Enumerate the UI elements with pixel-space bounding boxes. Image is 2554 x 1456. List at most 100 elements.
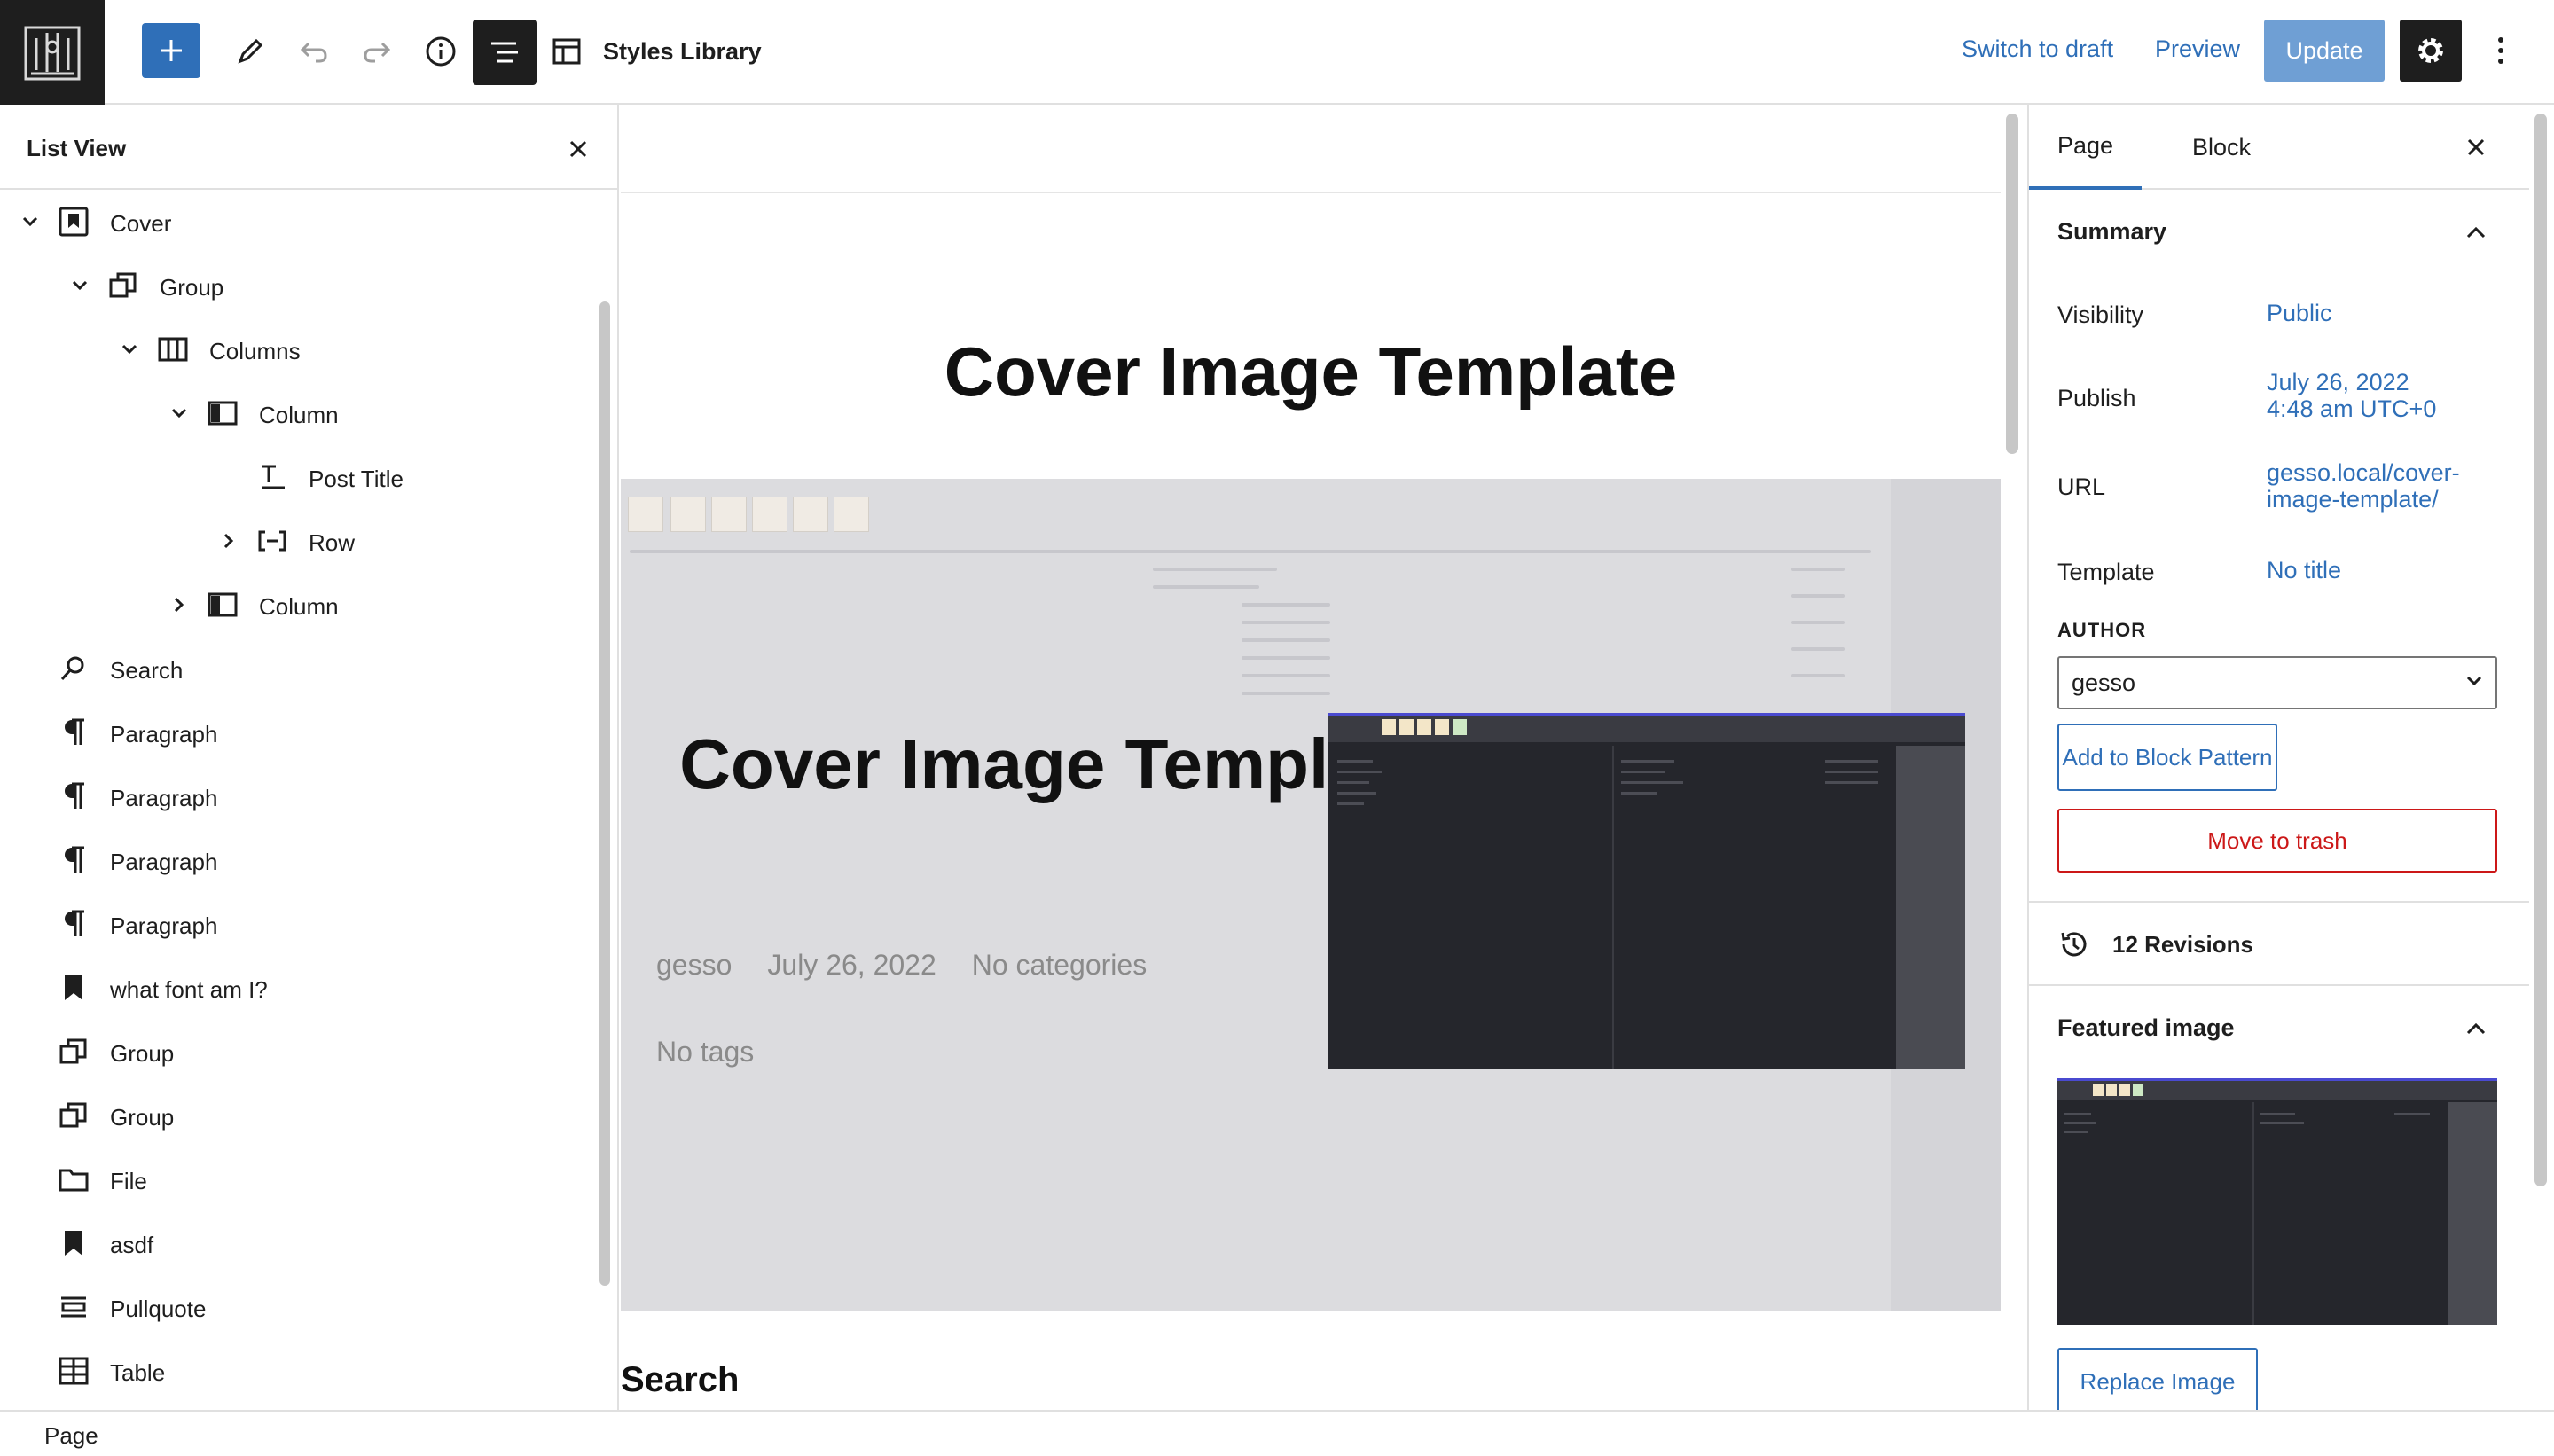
- row-icon: [255, 524, 289, 558]
- url-value[interactable]: gesso.local/cover- image-template/: [2267, 459, 2460, 513]
- list-view-close-button[interactable]: [560, 131, 596, 167]
- list-view-item[interactable]: Group: [0, 254, 585, 317]
- post-categories[interactable]: No categories: [972, 949, 1147, 982]
- list-view-item-label: Post Title: [309, 466, 403, 492]
- list-view-item-label: Paragraph: [110, 849, 218, 875]
- author-select[interactable]: gesso: [2057, 656, 2497, 709]
- chevron-right-icon[interactable]: [167, 592, 192, 617]
- settings-button[interactable]: [2400, 20, 2462, 82]
- revisions-link[interactable]: 12 Revisions: [2057, 928, 2253, 961]
- list-view-item-label: Cover: [110, 210, 172, 237]
- list-view-item[interactable]: Group: [0, 1020, 585, 1084]
- publish-value[interactable]: July 26, 2022 4:48 am UTC+0: [2267, 369, 2436, 422]
- list-view-item-label: Paragraph: [110, 721, 218, 748]
- chevron-down-icon[interactable]: [67, 273, 92, 298]
- tab-page[interactable]: Page: [2029, 105, 2143, 190]
- sidebar-close-button[interactable]: [2458, 129, 2494, 165]
- list-view-item[interactable]: Paragraph: [0, 828, 585, 892]
- editor-canvas: Cover Image Template Cover Image Templat…: [621, 105, 2001, 1410]
- document-title: Styles Library: [603, 37, 762, 65]
- list-view-item[interactable]: Paragraph: [0, 764, 585, 828]
- post-tags[interactable]: No tags: [656, 1036, 754, 1069]
- screenshot-line: [1621, 771, 1665, 773]
- list-view-item[interactable]: Table: [0, 1339, 585, 1403]
- ghost-line: [1791, 621, 1845, 624]
- screenshot-thumb: [1435, 719, 1449, 735]
- chevron-down-icon[interactable]: [167, 401, 192, 426]
- site-logo[interactable]: [0, 0, 105, 105]
- chevron-right-icon[interactable]: [216, 528, 241, 553]
- screenshot-line: [2394, 1113, 2430, 1115]
- post-author[interactable]: gesso: [656, 949, 732, 982]
- search-block-heading[interactable]: Search: [621, 1360, 739, 1400]
- list-view-item[interactable]: what font am I?: [0, 956, 585, 1020]
- list-view-item[interactable]: Group: [0, 1084, 585, 1147]
- group-icon: [57, 1035, 90, 1069]
- details-button[interactable]: [409, 20, 473, 83]
- add-to-block-pattern-button[interactable]: Add to Block Pattern: [2057, 724, 2277, 791]
- ghost-line: [1242, 692, 1330, 695]
- publish-date: July 26, 2022: [2267, 369, 2409, 395]
- featured-image-preview[interactable]: [1328, 713, 1965, 1069]
- column-icon: [206, 588, 239, 622]
- list-view-item[interactable]: Column: [0, 573, 585, 637]
- replace-image-button[interactable]: Replace Image: [2057, 1348, 2258, 1415]
- list-view-button[interactable]: [473, 20, 537, 85]
- redo-button[interactable]: [345, 20, 409, 83]
- post-date[interactable]: July 26, 2022: [767, 949, 936, 982]
- list-view-item[interactable]: Search: [0, 637, 585, 701]
- tab-block[interactable]: Block: [2164, 105, 2279, 190]
- chevron-down-icon[interactable]: [18, 209, 43, 234]
- summary-panel-toggle[interactable]: Summary: [2029, 190, 2529, 273]
- list-view-item[interactable]: Paragraph: [0, 892, 585, 956]
- cover-block[interactable]: Cover Image Template gesso July 26, 2022…: [621, 479, 2001, 1311]
- publish-label: Publish: [2057, 385, 2136, 411]
- list-view-tree: Cover Group Columns Column Post Title Row Colu…: [0, 190, 594, 1410]
- list-view-item-label: Group: [110, 1104, 175, 1131]
- list-view-title: List View: [27, 135, 127, 161]
- chevron-down-icon: [2466, 676, 2482, 686]
- sidebar-scrollbar[interactable]: [2534, 114, 2547, 1186]
- screenshot-line: [1825, 781, 1878, 784]
- screenshot-line: [1825, 771, 1878, 773]
- list-view-item[interactable]: asdf: [0, 1211, 585, 1275]
- list-view-item[interactable]: Post Title: [0, 445, 585, 509]
- gear-icon: [2418, 38, 2443, 63]
- switch-to-draft-button[interactable]: Switch to draft: [1962, 35, 2113, 63]
- post-title[interactable]: Cover Image Template: [621, 332, 2001, 412]
- options-menu-button[interactable]: [2474, 20, 2527, 82]
- screenshot-side-panel: [1896, 746, 1965, 1069]
- history-icon: [2061, 932, 2087, 957]
- list-view-item[interactable]: Paragraph: [0, 701, 585, 764]
- list-view-item[interactable]: Cover: [0, 190, 585, 254]
- document-title-area[interactable]: Styles Library: [552, 20, 762, 83]
- tools-button[interactable]: [218, 20, 282, 83]
- featured-image-panel-toggle[interactable]: Featured image: [2029, 986, 2529, 1069]
- ghost-line: [630, 550, 1871, 553]
- ghost-thumb: [752, 497, 787, 532]
- featured-image-thumbnail[interactable]: [2057, 1078, 2497, 1325]
- screenshot-divider: [1612, 746, 1614, 1069]
- block-inserter-button[interactable]: [142, 23, 200, 78]
- visibility-value[interactable]: Public: [2267, 300, 2332, 326]
- move-to-trash-button[interactable]: Move to trash: [2057, 809, 2497, 873]
- list-view-item[interactable]: Columns: [0, 317, 585, 381]
- list-view-item[interactable]: Pullquote: [0, 1275, 585, 1339]
- cover-heading[interactable]: Cover Image Template: [674, 718, 1437, 810]
- list-view-item-label: Group: [160, 274, 224, 301]
- chevron-down-icon[interactable]: [117, 337, 142, 362]
- table-icon: [57, 1354, 90, 1388]
- canvas-scrollbar[interactable]: [2006, 114, 2018, 454]
- editor-header: Styles Library Switch to draft Preview U…: [0, 0, 2554, 105]
- list-view-item[interactable]: Column: [0, 381, 585, 445]
- list-view-item[interactable]: Row: [0, 509, 585, 573]
- close-icon: [2467, 138, 2485, 156]
- list-view-item[interactable]: File: [0, 1147, 585, 1211]
- preview-button[interactable]: Preview: [2155, 35, 2240, 63]
- update-button[interactable]: Update: [2264, 20, 2385, 82]
- breadcrumb[interactable]: Page: [44, 1422, 98, 1450]
- undo-icon: [300, 42, 327, 63]
- list-view-scrollbar[interactable]: [599, 301, 610, 1286]
- template-value[interactable]: No title: [2267, 557, 2341, 583]
- undo-button[interactable]: [282, 20, 346, 83]
